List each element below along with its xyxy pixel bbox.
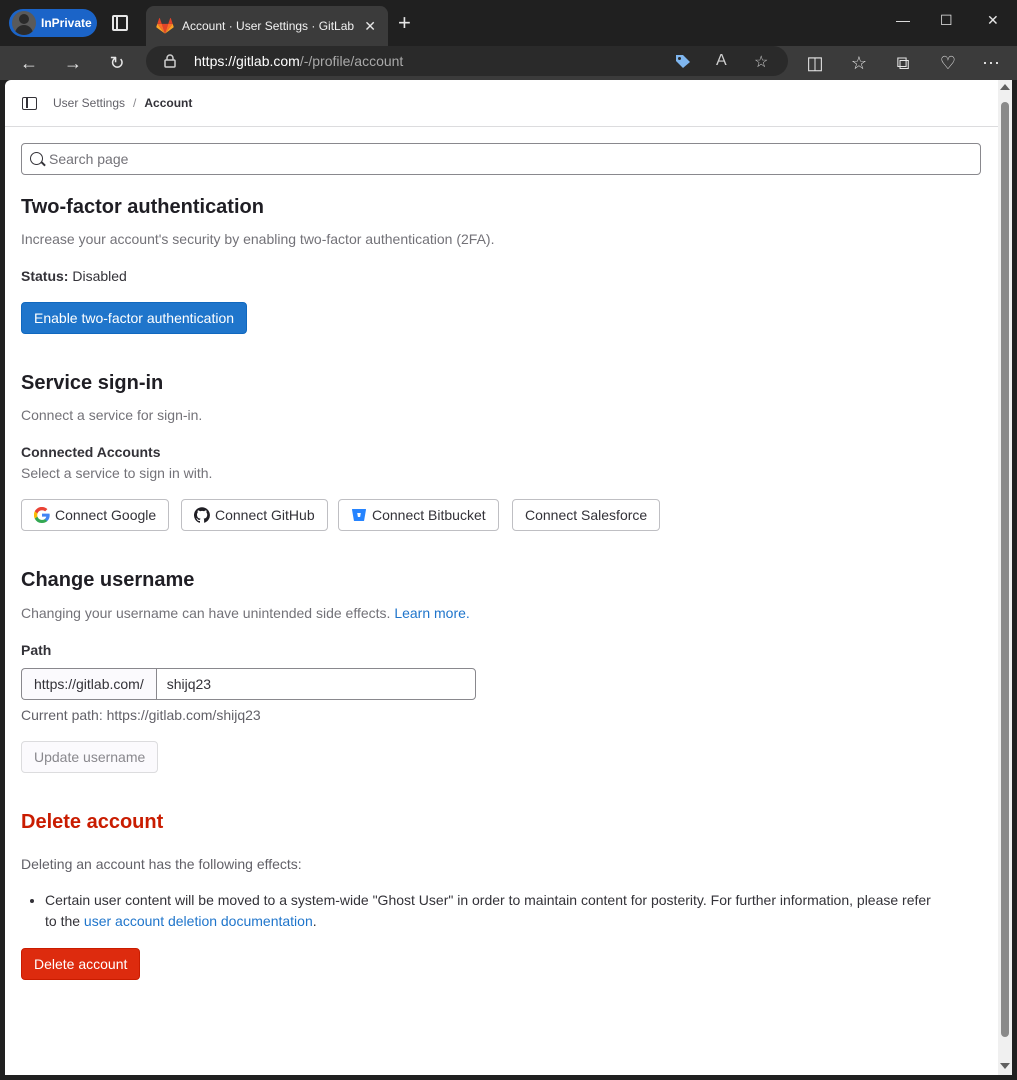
sidebar-toggle-icon[interactable] [22,96,37,110]
path-label: Path [21,642,52,658]
current-path: Current path: https://gitlab.com/shijq23 [21,707,261,723]
coupon-tag-icon[interactable] [674,53,692,69]
connect-google-label: Connect Google [55,507,157,523]
breadcrumb-user-settings[interactable]: User Settings [53,96,125,110]
google-icon [34,507,50,523]
search-input[interactable] [49,144,949,174]
url-host: https://gitlab.com [194,53,300,69]
tab-title: Account · User Settings · GitLab [182,19,355,33]
service-signin-description: Connect a service for sign-in. [21,407,203,423]
change-username-title: Change username [21,569,195,591]
search-field[interactable] [21,143,981,175]
collections-icon[interactable]: ⧉ [890,50,916,76]
scroll-down-arrow-icon[interactable] [1000,1063,1010,1069]
connect-bitbucket-label: Connect Bitbucket [372,507,486,523]
github-icon [194,507,210,523]
window-close-icon[interactable]: ✕ [987,12,999,29]
favorite-star-icon[interactable]: ☆ [754,52,768,72]
connect-github-button[interactable]: Connect GitHub [181,499,328,531]
connected-accounts-description: Select a service to sign in with. [21,465,213,481]
tab-actions-icon[interactable] [112,15,128,31]
read-aloud-icon[interactable]: A [716,52,727,70]
two-factor-status: Status: Disabled [21,268,127,284]
bitbucket-icon [351,508,367,522]
settings-more-icon[interactable]: ⋯ [978,50,1004,76]
status-value: Disabled [72,268,127,284]
favorites-icon[interactable]: ☆ [846,50,872,76]
lock-icon[interactable] [164,54,176,68]
search-icon [30,152,43,165]
scroll-up-arrow-icon[interactable] [1000,84,1010,90]
split-screen-icon[interactable]: ◫ [802,50,828,76]
browser-window: InPrivate Account · User Settings · GitL… [0,0,1017,1080]
breadcrumb-separator: / [133,96,137,110]
deletion-documentation-link[interactable]: user account deletion documentation [84,913,313,929]
navigation-toolbar: ← → ↻ https://gitlab.com/-/profile/accou… [0,46,1017,80]
browser-essentials-icon[interactable]: ♡ [935,50,961,76]
delete-account-intro: Deleting an account has the following ef… [21,856,302,872]
change-username-description: Changing your username can have unintend… [21,605,391,621]
connect-bitbucket-button[interactable]: Connect Bitbucket [338,499,499,531]
two-factor-title: Two-factor authentication [21,196,264,218]
path-prefix: https://gitlab.com/ [21,668,156,700]
change-username-description-row: Changing your username can have unintend… [21,605,470,621]
connected-accounts-title: Connected Accounts [21,444,161,460]
new-tab-button[interactable]: + [398,10,411,36]
list-item: Certain user content will be moved to a … [45,890,945,932]
page-scrollbar[interactable] [998,80,1012,1075]
tab-account[interactable]: Account · User Settings · GitLab ✕ [146,6,388,46]
effect-end: . [312,913,317,929]
delete-account-button[interactable]: Delete account [21,948,141,980]
url-path: /-/profile/account [299,53,404,69]
refresh-icon[interactable]: ↻ [104,50,130,76]
address-bar[interactable]: https://gitlab.com/-/profile/account A ☆ [146,46,788,76]
update-username-button[interactable]: Update username [21,741,159,773]
gitlab-logo-icon [156,18,174,34]
tab-close-icon[interactable]: ✕ [364,18,376,35]
minimize-icon[interactable]: — [896,12,910,28]
delete-effects-list: Certain user content will be moved to a … [45,890,945,932]
inprivate-badge[interactable]: InPrivate [9,9,97,37]
delete-account-title: Delete account [21,811,164,833]
connect-salesforce-button[interactable]: Connect Salesforce [512,499,661,531]
enable-2fa-button[interactable]: Enable two-factor authentication [21,302,248,334]
path-input-group: https://gitlab.com/ [21,668,476,700]
page-content: User Settings / Account Two-factor authe… [5,80,998,1075]
url-text[interactable]: https://gitlab.com/-/profile/account [194,53,403,69]
profile-avatar-icon [12,11,36,35]
learn-more-link[interactable]: Learn more. [394,605,469,621]
connect-github-label: Connect GitHub [215,507,315,523]
breadcrumb-current[interactable]: Account [144,96,192,110]
scrollbar-thumb[interactable] [1001,102,1009,1037]
connect-google-button[interactable]: Connect Google [21,499,170,531]
maximize-icon[interactable]: ☐ [940,12,953,29]
back-arrow-icon[interactable]: ← [16,50,42,76]
forward-arrow-icon[interactable]: → [60,50,86,76]
status-label: Status: [21,268,69,284]
username-input[interactable] [155,668,476,700]
inprivate-label: InPrivate [41,16,92,30]
tab-bar: InPrivate Account · User Settings · GitL… [0,0,1017,46]
service-signin-title: Service sign-in [21,372,164,394]
breadcrumb: User Settings / Account [5,80,998,127]
two-factor-description: Increase your account's security by enab… [21,231,495,247]
